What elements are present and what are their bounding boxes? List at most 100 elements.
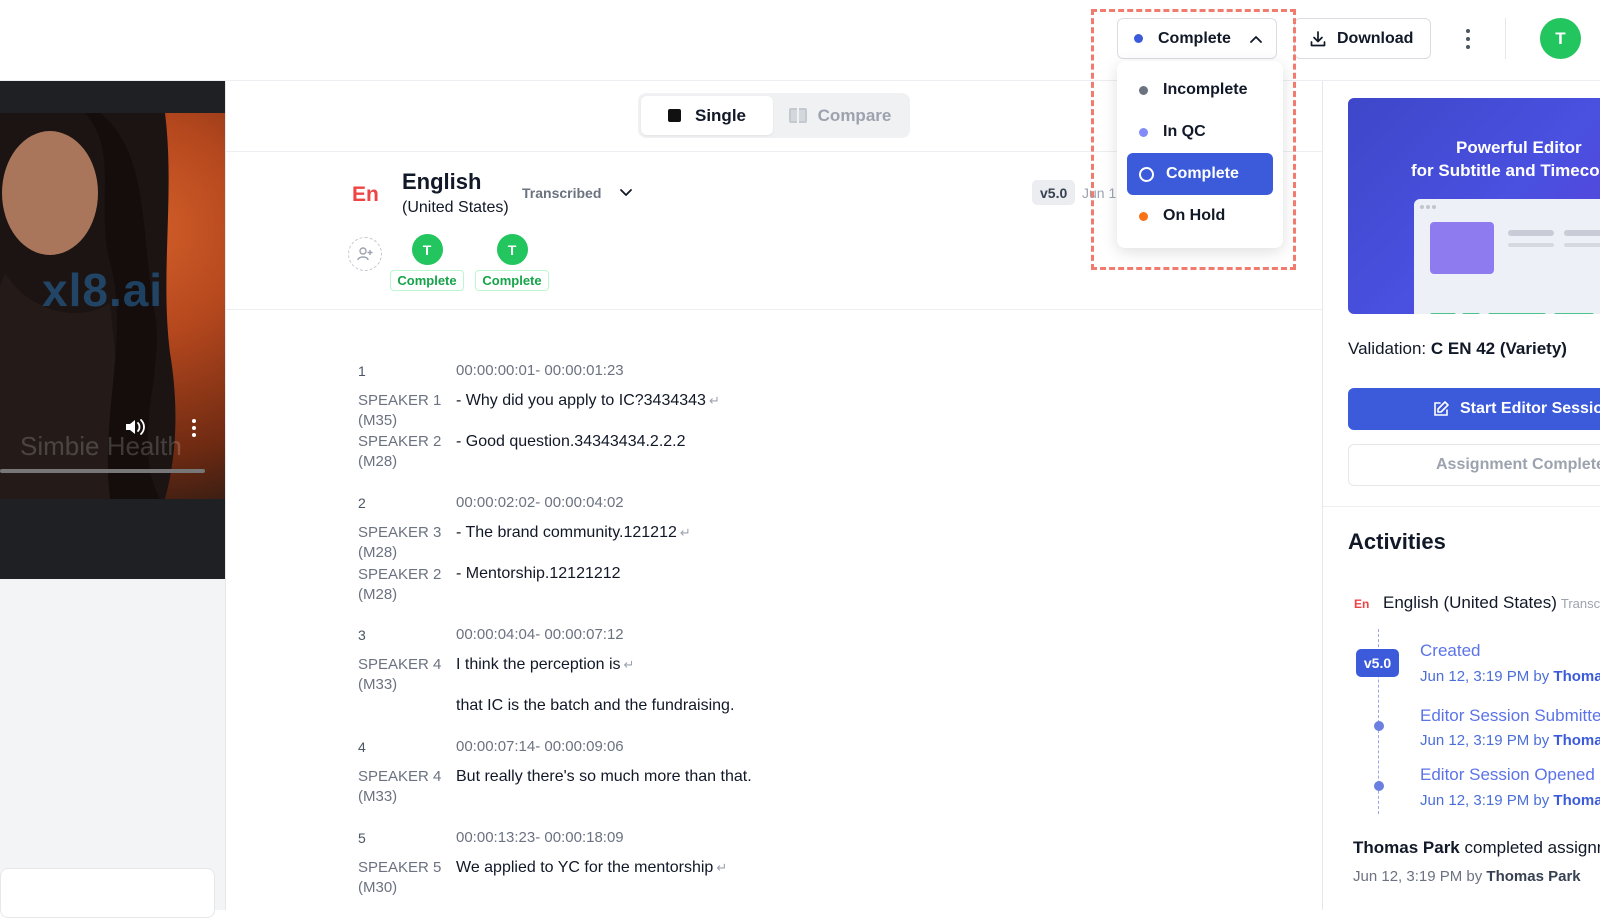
single-view-icon bbox=[667, 109, 681, 122]
editor-button-label: Start Editor Session bbox=[1460, 400, 1600, 417]
download-icon bbox=[1310, 30, 1326, 46]
promo-banner[interactable]: Powerful Editor for Subtitle and Timecod… bbox=[1348, 98, 1600, 314]
selected-ring-icon bbox=[1139, 166, 1154, 182]
line-break-icon: ↵ bbox=[623, 657, 635, 672]
subtitle-line[interactable]: - Mentorship.12121212 bbox=[456, 565, 621, 583]
speaker-label[interactable]: SPEAKER 3 (M28) bbox=[358, 523, 441, 563]
assignment-complete-button[interactable]: Assignment Complete bbox=[1348, 444, 1600, 486]
view-single-button[interactable]: Single bbox=[641, 96, 773, 135]
divider bbox=[1323, 506, 1600, 507]
right-sidebar: Powerful Editor for Subtitle and Timecod… bbox=[1322, 81, 1600, 910]
language-name: English bbox=[402, 169, 482, 194]
add-user-icon bbox=[357, 247, 373, 261]
activity-summary-meta: Jun 12, 3:19 PM by Thomas Park bbox=[1353, 868, 1581, 885]
status-option-complete[interactable]: Complete bbox=[1127, 153, 1273, 195]
subtitle-line[interactable]: - Why did you apply to IC?3434343 ↵ bbox=[456, 392, 720, 410]
avatar: T bbox=[411, 234, 443, 265]
volume-icon[interactable] bbox=[124, 417, 146, 437]
speaker-label[interactable]: SPEAKER 1 (M35) bbox=[358, 391, 441, 431]
video-panel: xl8.ai Simbie Health bbox=[0, 81, 226, 918]
activity-event-title[interactable]: Editor Session Opened bbox=[1420, 765, 1595, 785]
line-break-icon: ↵ bbox=[679, 525, 691, 540]
line-break-icon: ↵ bbox=[716, 860, 728, 875]
cue-timecode[interactable]: 00:00:02:02- 00:00:04:02 bbox=[456, 494, 624, 511]
subtitle-line[interactable]: - Good question.34343434.2.2.2 bbox=[456, 433, 686, 451]
chevron-up-icon bbox=[1250, 36, 1262, 43]
status-dot-icon bbox=[1139, 211, 1148, 221]
subtitle-line[interactable]: that IC is the batch and the fundraising… bbox=[456, 697, 734, 715]
divider bbox=[226, 309, 1322, 310]
subtitle-line[interactable]: I think the perception is ↵ bbox=[456, 656, 634, 674]
activity-language: English (United States)Transcribed bbox=[1383, 593, 1600, 612]
language-region: (United States) bbox=[402, 199, 509, 216]
status-dropdown-button[interactable]: Complete bbox=[1117, 18, 1277, 59]
version-badge: v5.0 bbox=[1032, 180, 1076, 205]
subtitle-line[interactable]: But really there's so much more than tha… bbox=[456, 768, 752, 786]
promo-title: Powerful Editor bbox=[1456, 138, 1582, 157]
start-editor-session-button[interactable]: Start Editor Session bbox=[1348, 388, 1600, 430]
speaker-label[interactable]: SPEAKER 2 (M28) bbox=[358, 432, 441, 472]
activity-event-meta: Jun 12, 3:19 PM by Thomas Park bbox=[1420, 792, 1600, 809]
view-compare-button[interactable]: Compare bbox=[773, 96, 907, 135]
status-option-on-hold[interactable]: On Hold bbox=[1117, 195, 1283, 237]
add-assignee-button[interactable] bbox=[348, 237, 382, 271]
edit-icon bbox=[1434, 401, 1449, 416]
activity-event-meta: Jun 12, 3:19 PM by Thomas Park bbox=[1420, 732, 1600, 749]
status-option-incomplete[interactable]: Incomplete bbox=[1117, 69, 1283, 111]
timeline-dot-icon bbox=[1374, 721, 1384, 731]
assignee[interactable]: T Complete bbox=[472, 234, 552, 291]
video-player[interactable]: xl8.ai Simbie Health bbox=[0, 81, 225, 579]
cue-timecode[interactable]: 00:00:00:01- 00:00:01:23 bbox=[456, 362, 624, 379]
status-option-in-qc[interactable]: In QC bbox=[1117, 111, 1283, 153]
status-option-label: Complete bbox=[1166, 165, 1239, 182]
status-dot-icon bbox=[1139, 85, 1148, 95]
version-pill: v5.0 bbox=[1356, 649, 1399, 677]
version-date: Jun 1 bbox=[1082, 185, 1117, 201]
cue-timecode[interactable]: 00:00:07:14- 00:00:09:06 bbox=[456, 738, 624, 755]
left-panel-input[interactable] bbox=[0, 868, 215, 918]
speaker-label[interactable]: SPEAKER 4 (M33) bbox=[358, 767, 441, 807]
speaker-label[interactable]: SPEAKER 5 (M30) bbox=[358, 858, 441, 898]
download-button[interactable]: Download bbox=[1294, 18, 1431, 59]
video-progress-bar[interactable] bbox=[0, 469, 205, 473]
divider bbox=[1505, 18, 1506, 59]
status-badge: Complete bbox=[390, 270, 464, 291]
status-dot-icon bbox=[1134, 34, 1143, 43]
compare-view-icon bbox=[788, 108, 807, 123]
cue-number: 2 bbox=[358, 495, 366, 511]
avatar: T bbox=[496, 234, 528, 265]
chevron-down-icon[interactable] bbox=[618, 184, 634, 200]
video-frame: xl8.ai Simbie Health bbox=[0, 113, 225, 499]
compare-label: Compare bbox=[817, 105, 892, 125]
video-more-icon[interactable] bbox=[192, 419, 196, 437]
activity-language-code: En bbox=[1354, 597, 1370, 611]
status-menu: Incomplete In QC Complete On Hold bbox=[1117, 61, 1283, 248]
top-bar: Complete Download T bbox=[0, 0, 1600, 81]
cue-number: 4 bbox=[358, 739, 366, 755]
speaker-label[interactable]: SPEAKER 2 (M28) bbox=[358, 565, 441, 605]
timeline-dot-icon bbox=[1374, 781, 1384, 791]
cue-number: 5 bbox=[358, 830, 366, 846]
subtitle-line[interactable]: - The brand community.121212 ↵ bbox=[456, 524, 691, 542]
line-break-icon: ↵ bbox=[708, 393, 720, 408]
status-dot-icon bbox=[1139, 127, 1148, 137]
language-code: En bbox=[352, 183, 379, 206]
single-label: Single bbox=[694, 105, 746, 125]
cue-number: 1 bbox=[358, 363, 366, 379]
activity-event-title[interactable]: Editor Session Submitted bbox=[1420, 706, 1600, 726]
status-option-label: Incomplete bbox=[1163, 81, 1248, 98]
speaker-label[interactable]: SPEAKER 4 (M33) bbox=[358, 655, 441, 695]
promo-screenshot-image bbox=[1414, 199, 1600, 314]
validation-info: Validation: C EN 42 (Variety) bbox=[1348, 339, 1567, 358]
status-option-label: On Hold bbox=[1163, 207, 1226, 224]
cue-timecode[interactable]: 00:00:13:23- 00:00:18:09 bbox=[456, 829, 624, 846]
status-label: Complete bbox=[1158, 29, 1231, 47]
cue-timecode[interactable]: 00:00:04:04- 00:00:07:12 bbox=[456, 626, 624, 643]
activity-event-title[interactable]: Created bbox=[1420, 641, 1480, 661]
language-status: Transcribed bbox=[522, 185, 602, 201]
assignee[interactable]: T Complete bbox=[387, 234, 467, 291]
promo-subtitle: for Subtitle and Timecode bbox=[1411, 161, 1600, 180]
more-options-icon[interactable] bbox=[1458, 26, 1478, 52]
user-avatar[interactable]: T bbox=[1540, 18, 1581, 59]
subtitle-line[interactable]: We applied to YC for the mentorship ↵ bbox=[456, 859, 727, 877]
